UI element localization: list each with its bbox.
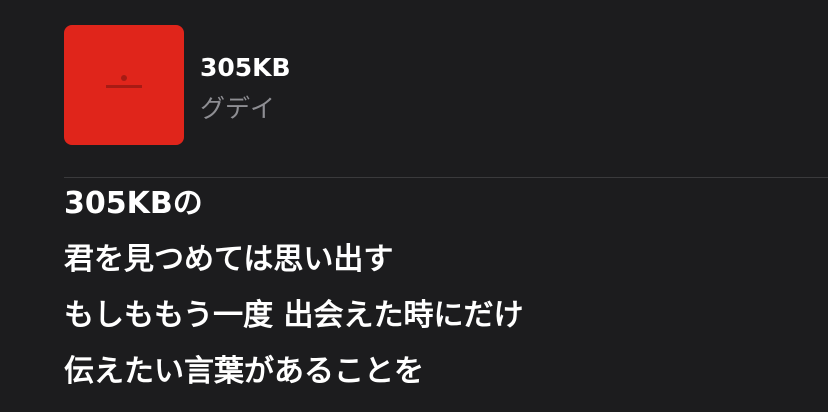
lyrics-list: 305KBの 君を見つめては思い出す もしももう一度 出会えた時にだけ 伝えたい…: [64, 182, 808, 406]
now-playing-lyrics-view: 305KB グデイ 305KBの 君を見つめては思い出す もしももう一度 出会え…: [0, 0, 828, 412]
lyric-line[interactable]: 君を見つめては思い出す: [64, 238, 808, 294]
song-header[interactable]: 305KB グデイ: [64, 25, 828, 145]
song-title: 305KB: [200, 53, 291, 82]
album-artwork[interactable]: [64, 25, 184, 145]
lyric-line[interactable]: 伝えたい言葉があることを: [64, 350, 808, 406]
header-divider: [64, 177, 828, 178]
artwork-logo-icon: [106, 75, 142, 88]
lyric-line[interactable]: もしももう一度 出会えた時にだけ: [64, 294, 808, 350]
song-artist: グデイ: [200, 94, 276, 123]
lyric-line[interactable]: 305KBの: [64, 182, 808, 238]
